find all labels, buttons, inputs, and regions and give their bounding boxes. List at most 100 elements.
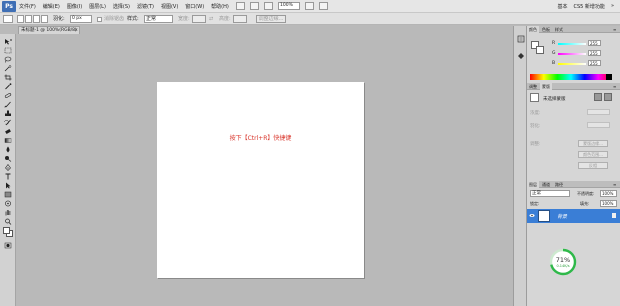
- tab-paths[interactable]: 路径: [553, 181, 565, 188]
- menu-window[interactable]: 窗口(W): [185, 3, 204, 10]
- healing-icon[interactable]: [3, 92, 13, 99]
- launch-mini-bridge-button[interactable]: [250, 2, 259, 10]
- color-panel-background-swatch[interactable]: [536, 46, 544, 54]
- gradient-icon[interactable]: [3, 137, 13, 144]
- photoshop-logo: Ps: [2, 1, 16, 12]
- height-input[interactable]: [233, 15, 247, 23]
- menu-image[interactable]: 图像(I): [67, 3, 82, 10]
- screen-mode-button[interactable]: [319, 2, 328, 10]
- shape-icon[interactable]: [3, 191, 13, 198]
- path-select-icon[interactable]: [3, 182, 13, 189]
- document-canvas[interactable]: 按下【Ctrl+R】快捷键: [157, 82, 364, 278]
- blue-slider[interactable]: [558, 63, 586, 65]
- tab-layers[interactable]: 图层: [527, 181, 539, 188]
- gauge-rate: 0.14K/s: [556, 264, 570, 268]
- view-extras-button[interactable]: [264, 2, 273, 10]
- panel-menu-icon[interactable]: ≡: [613, 182, 618, 187]
- workspace-more[interactable]: »: [611, 3, 614, 10]
- document-tab[interactable]: 未标题-1 @ 100%(RGB/8) ×: [18, 26, 80, 34]
- subtract-selection-icon[interactable]: [33, 15, 40, 23]
- zoom-icon[interactable]: [3, 218, 13, 225]
- tool-preset-picker[interactable]: [3, 15, 13, 23]
- swap-dimensions-icon[interactable]: ⇄: [209, 15, 213, 23]
- green-value-input[interactable]: 255: [588, 50, 601, 56]
- panel-menu-icon[interactable]: ≡: [613, 27, 618, 32]
- crop-icon[interactable]: [3, 74, 13, 81]
- marquee-icon[interactable]: [3, 47, 13, 54]
- menu-help[interactable]: 帮助(H): [211, 3, 229, 10]
- add-vector-mask-button[interactable]: [604, 93, 612, 101]
- layers-panel-tabs: 图层 通道 路径 ≡: [527, 181, 620, 188]
- hand-icon[interactable]: [3, 209, 13, 216]
- lock-label: 锁定:: [530, 201, 540, 206]
- add-selection-icon[interactable]: [25, 15, 32, 23]
- workspace-essentials[interactable]: 基本: [557, 3, 567, 10]
- blur-icon[interactable]: [3, 146, 13, 153]
- visibility-eye-icon[interactable]: [529, 213, 535, 218]
- move-icon[interactable]: [3, 38, 13, 45]
- type-icon[interactable]: [3, 173, 13, 180]
- style-select[interactable]: 正常: [144, 15, 173, 23]
- tab-swatches[interactable]: 色板: [540, 26, 552, 33]
- brush-icon[interactable]: [3, 101, 13, 108]
- red-slider[interactable]: [558, 43, 586, 45]
- pen-icon[interactable]: [3, 164, 13, 171]
- tab-color[interactable]: 颜色: [527, 26, 539, 33]
- add-pixel-mask-button[interactable]: [594, 93, 602, 101]
- foreground-color-swatch[interactable]: [3, 227, 10, 234]
- quick-select-icon[interactable]: [3, 65, 13, 72]
- red-value-input[interactable]: 255: [588, 40, 601, 46]
- performance-gauge: 71% 0.14K/s: [549, 248, 577, 276]
- arrange-documents-button[interactable]: [305, 2, 314, 10]
- color-range-button[interactable]: 颜色范围...: [578, 151, 608, 158]
- color-spectrum-ramp[interactable]: [530, 74, 612, 80]
- green-slider[interactable]: [558, 53, 586, 55]
- layer-row-background[interactable]: 背景: [527, 209, 620, 223]
- stamp-icon[interactable]: [3, 110, 13, 117]
- blend-mode-select[interactable]: 正常: [530, 190, 570, 197]
- mask-edge-button[interactable]: 蒙版边缘...: [578, 140, 608, 147]
- canvas-workspace[interactable]: 按下【Ctrl+R】快捷键: [17, 34, 513, 306]
- opacity-input[interactable]: 100%: [600, 190, 617, 197]
- launch-bridge-button[interactable]: [236, 2, 245, 10]
- tab-masks[interactable]: 蒙版: [540, 83, 552, 90]
- antialias-checkbox[interactable]: [97, 16, 102, 22]
- refine-edge-button[interactable]: 调整边缘...: [256, 15, 286, 23]
- quick-mask-icon[interactable]: [3, 242, 13, 249]
- intersect-selection-icon[interactable]: [41, 15, 48, 23]
- eraser-icon[interactable]: [3, 128, 13, 135]
- history-panel-icon[interactable]: [517, 35, 525, 43]
- density-input[interactable]: [587, 109, 610, 115]
- 3d-rotate-icon[interactable]: [3, 200, 13, 207]
- lasso-icon[interactable]: [3, 56, 13, 63]
- blue-value-input[interactable]: 255: [588, 60, 601, 66]
- new-selection-icon[interactable]: [17, 15, 24, 23]
- tab-styles[interactable]: 样式: [553, 26, 565, 33]
- actions-panel-icon[interactable]: [517, 52, 525, 60]
- eyedropper-icon[interactable]: [3, 83, 13, 90]
- invert-button[interactable]: 反相: [578, 162, 608, 169]
- zoom-level-select[interactable]: 100%: [278, 2, 300, 10]
- menu-select[interactable]: 选择(S): [113, 3, 130, 10]
- menu-edit[interactable]: 编辑(E): [43, 3, 60, 10]
- feather-input[interactable]: 0 px: [70, 15, 92, 23]
- close-tab-icon[interactable]: ×: [74, 27, 78, 34]
- panel-menu-icon[interactable]: ≡: [613, 84, 618, 89]
- app-bar-tools: 100%: [236, 2, 328, 10]
- workspace-cs5-new[interactable]: CS5 新增功能: [574, 3, 605, 10]
- fill-input[interactable]: 100%: [600, 200, 617, 207]
- tab-adjustments[interactable]: 调整: [527, 83, 539, 90]
- width-input[interactable]: [192, 15, 206, 23]
- history-brush-icon[interactable]: [3, 119, 13, 126]
- menu-view[interactable]: 视图(V): [161, 3, 178, 10]
- tab-channels[interactable]: 通道: [540, 181, 552, 188]
- color-panel-tabs: 颜色 色板 样式 ≡: [527, 26, 620, 33]
- options-bar: 羽化: 0 px 消除锯齿 样式: 正常 宽度: ⇄ 高度: 调整边缘...: [0, 13, 620, 25]
- collapsed-panel-strip: [513, 26, 527, 306]
- adjust-panel-tabs: 调整 蒙版 ≡: [527, 83, 620, 90]
- menu-file[interactable]: 文件(F): [19, 3, 36, 10]
- menu-layer[interactable]: 图层(L): [89, 3, 106, 10]
- feather-input[interactable]: [587, 122, 610, 128]
- menu-filter[interactable]: 滤镜(T): [137, 3, 154, 10]
- dodge-icon[interactable]: [3, 155, 13, 162]
